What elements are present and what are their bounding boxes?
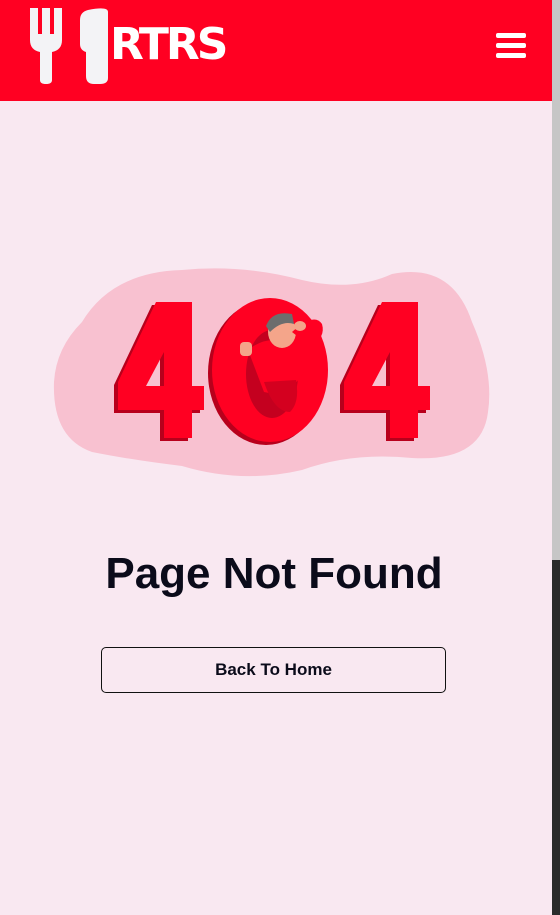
page-title: Page Not Found [105,549,443,598]
site-header: RTRS [0,0,552,101]
back-to-home-button[interactable]: Back To Home [101,647,446,693]
hamburger-menu-button[interactable] [494,30,530,62]
logo-text[interactable]: RTRS [110,20,228,70]
404-illustration [53,268,490,477]
scrollbar-lower-region [552,560,560,915]
scrollbar-thumb[interactable] [552,0,560,560]
